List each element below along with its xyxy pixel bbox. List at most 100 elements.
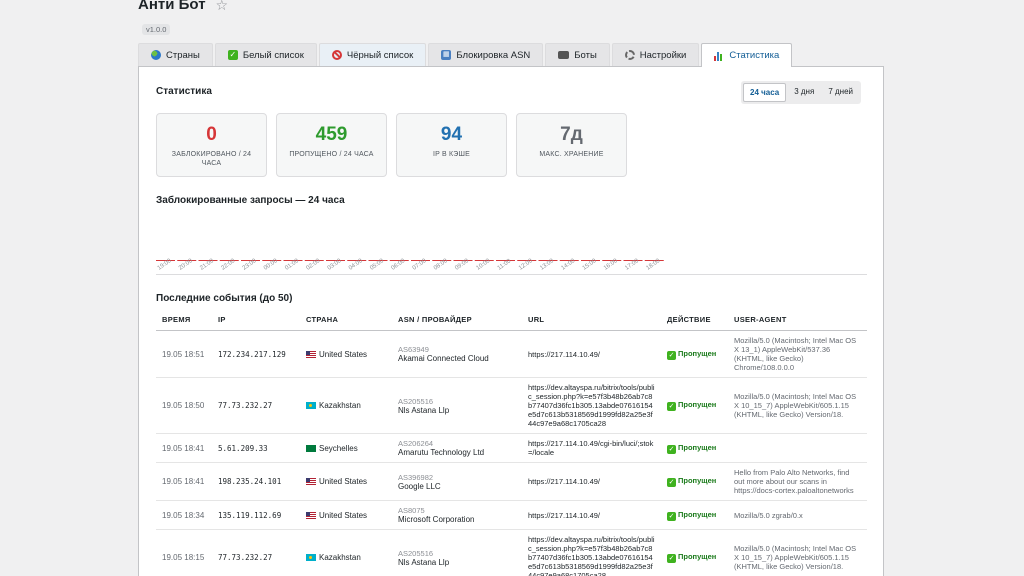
page-title: Анти Бот [138,0,206,13]
event-time: 19.05 18:41 [156,433,212,463]
stat-card-passed: 459 Пропущено / 24 часа [276,113,387,177]
statistics-panel: Статистика 24 часа 3 дня 7 дней 0 Заблок… [138,67,884,576]
event-url: https://217.114.10.49/cgi-bin/luci/;stok… [522,433,661,463]
column-header[interactable]: Страна [300,309,392,331]
event-url: https://217.114.10.49/ [522,330,661,378]
chart-tick-label: 02:00 [305,258,321,272]
column-header[interactable]: Время [156,309,212,331]
stat-cards: 0 Заблокировано / 24 часа 459 Пропущено … [156,113,627,177]
blocked-requests-chart: 19:00 20:00 21:00 22:00 23:00 00:00 01:00 02:00… [156,217,867,275]
column-header[interactable]: IP [212,309,300,331]
period-switcher: 24 часа 3 дня 7 дней [741,81,861,104]
check-icon: ✓ [667,402,676,411]
star-icon[interactable]: ☆ [216,0,229,12]
provider-name: Amarutu Technology Ltd [398,448,485,457]
event-asn: AS206264 Amarutu Technology Ltd [392,433,522,463]
version-badge: v1.0.0 [142,24,171,35]
chart-tick-label: 00:00 [263,258,279,272]
chart-tick-label: 04:00 [348,258,364,272]
stat-card-blocked: 0 Заблокировано / 24 часа [156,113,267,177]
column-header[interactable]: Действие [661,309,728,331]
tab-countries[interactable]: Страны [138,43,213,66]
asn-number: AS206264 [398,439,434,448]
blocked-chart-title: Заблокированные запросы — 24 часа [156,195,345,206]
country-name: United States [319,510,368,520]
chart-tick-label: 21:00 [199,258,215,272]
asn-number: AS205516 [398,396,434,406]
country-name: Kazakhstan [319,553,361,562]
event-ip: 5.61.209.33 [212,433,300,463]
tab-statistics[interactable]: Статистика [701,43,793,67]
stat-label: Макс. хранение [539,151,604,158]
event-user-agent: Mozilla/5.0 zgrab/0.x [728,500,867,530]
robot-icon [558,51,570,59]
provider-name: Google LLC [398,481,441,491]
stat-label: IP в кэше [432,151,471,158]
globe-icon [151,50,161,60]
event-action: ✓ Пропущен [661,462,728,501]
chart-tick-label: 14:00 [560,258,576,272]
action-label: Пропущен [678,442,717,452]
check-icon: ✓ [667,350,676,360]
action-label: Пропущен [678,552,717,561]
asn-number: AS63949 [398,345,429,354]
events-header-row: Время IP Страна ASN / Провайдер URL Дейс… [156,309,867,331]
stat-label: Заблокировано / 24 часа [171,151,252,167]
event-time: 19.05 18:41 [156,462,212,501]
column-header[interactable]: ASN / Провайдер [392,309,522,331]
table-row: 19.05 18:51 172.234.217.129 United States A… [156,330,867,378]
event-user-agent [728,433,867,463]
table-row: 19.05 18:15 77.73.232.27 Kazakhstan AS20551… [156,529,867,576]
chart-tick-label: 08:00 [433,258,449,272]
event-user-agent: Mozilla/5.0 (Macintosh; Intel Mac OS X 1… [728,330,867,378]
event-user-agent: Mozilla/5.0 (Macintosh; Intel Mac OS X 1… [728,529,867,576]
blocked-chart-svg: 19:00 20:00 21:00 22:00 23:00 00:00 01:00 02:00… [156,258,664,272]
event-time: 19.05 18:15 [156,529,212,576]
event-ip: 77.73.232.27 [212,529,300,576]
chart-tick-label: 22:00 [220,258,236,272]
stats-title: Статистика [156,86,212,97]
tab-bar: Страны ✓ Белый список Чёрный список ▦ Блок… [138,43,884,67]
country-name: United States [319,477,368,486]
country-name: United States [319,349,368,359]
provider-name: Akamai Connected Cloud [398,354,489,363]
column-header[interactable]: URL [522,309,661,331]
tab-whitelist[interactable]: ✓ Белый список [214,43,317,66]
event-time: 19.05 18:51 [156,330,212,378]
chart-tick-label: 01:00 [284,258,300,272]
event-ip: 135.119.112.69 [212,500,300,530]
stat-label: Пропущено / 24 часа [289,151,374,158]
flag-sc-icon [306,444,316,452]
event-asn: AS205516 Nls Astana Llp [392,529,522,576]
event-asn: AS205516 Nls Astana Llp [392,377,522,434]
event-url: https://dev.altayspa.ru/bitrix/tools/pub… [522,377,661,434]
event-user-agent: Hello from Palo Alto Networks, find out … [728,462,867,501]
flag-kz-icon [306,402,316,409]
event-country: United States [300,500,392,530]
period-7d-button[interactable]: 7 дней [822,83,859,102]
chart-tick-label: 10:00 [475,258,491,272]
event-asn: AS63949 Akamai Connected Cloud [392,330,522,378]
chart-tick-label: 07:00 [412,258,428,272]
asn-number: AS205516 [398,548,434,558]
event-country: United States [300,462,392,501]
period-24h-button[interactable]: 24 часа [743,83,787,102]
event-action: ✓ Пропущен [661,529,728,576]
chart-tick-label: 09:00 [454,258,470,272]
period-3d-button[interactable]: 3 дня [788,83,820,102]
event-url: https://217.114.10.49/ [522,500,661,530]
asn-number: AS8075 [398,506,425,515]
tab-asn-block[interactable]: ▦ Блокировка ASN [428,43,544,66]
chart-tick-label: 12:00 [518,258,534,272]
tab-blacklist[interactable]: Чёрный список [318,43,427,66]
table-row: 19.05 18:41 5.61.209.33 Seychelles AS206264… [156,433,867,463]
tab-bots[interactable]: Боты [545,43,610,66]
column-header[interactable]: User-Agent [728,309,867,331]
flag-us-icon [306,478,316,485]
provider-name: Nls Astana Llp [398,405,450,415]
event-country: Kazakhstan [300,529,392,576]
chart-tick-label: 19:00 [157,258,173,272]
event-action: ✓ Пропущен [661,330,728,378]
event-action: ✓ Пропущен [661,377,728,434]
tab-settings[interactable]: Настройки [611,43,700,66]
